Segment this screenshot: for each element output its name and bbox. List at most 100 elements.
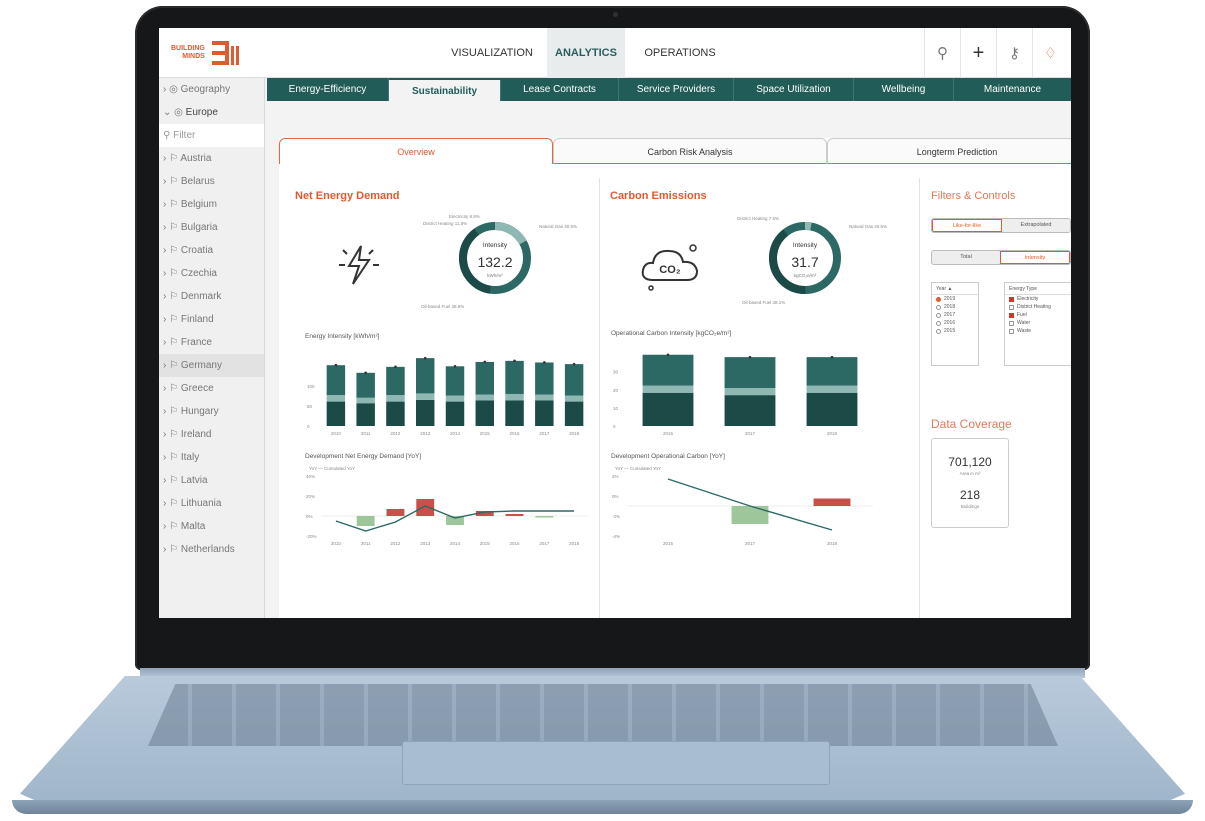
sidebar-item-malta[interactable]: › ⚐ Malta [159,515,264,538]
energy-type-option[interactable]: Water [1005,319,1071,327]
country-list: › ⚐ Austria › ⚐ Belarus › ⚐ Belgium › ⚐ Bul… [159,147,264,561]
logo-icon [211,41,239,65]
toggle-total[interactable]: Total [932,251,1000,264]
bar-segment [415,393,435,400]
sidebar-item-latvia[interactable]: › ⚐ Latvia [159,469,264,492]
year-option[interactable]: 2019 [932,295,978,303]
bar-segment [535,394,554,401]
bar-segment [475,394,495,401]
bar-segment [564,395,584,402]
year-option[interactable]: 2016 [932,319,978,327]
sidebar-item-hungary[interactable]: › ⚐ Hungary [159,400,264,423]
sidebar-item-ireland[interactable]: › ⚐ Ireland [159,423,264,446]
toggle-intensity[interactable]: Intensity [1000,251,1070,264]
carbon-legend-natural-gas: Natural Gas 40.5% [849,224,888,229]
year-option[interactable]: 2015 [932,327,978,335]
total-intensity-toggle[interactable]: Total Intensity [931,250,1071,265]
sidebar-item-france[interactable]: › ⚐ France [159,331,264,354]
tab-service-providers[interactable]: Service Providers [619,78,734,101]
coverage-buildings-label: Buildings [960,504,980,509]
subtab-longterm-prediction[interactable]: Longterm Prediction [827,138,1071,164]
logo[interactable]: BUILDING MINDS [171,38,241,68]
search-icon[interactable]: ⚲ [924,28,960,78]
x-tick-label: 2016 [663,541,674,546]
sidebar-item-austria[interactable]: › ⚐ Austria [159,147,264,170]
energy-legend-district-heating: District Heating 11.8% [423,221,468,226]
carbon-donut-label: Intensity [792,242,818,249]
bar-segment [806,392,858,426]
sidebar-item-netherlands[interactable]: › ⚐ Netherlands [159,538,264,561]
tab-energy-efficiency[interactable]: Energy-Efficiency [267,78,389,101]
energy-type-option[interactable]: Waste [1005,327,1071,335]
yoy-bar [535,516,554,518]
sidebar-item-italy[interactable]: › ⚐ Italy [159,446,264,469]
energy-type-option[interactable]: Fuel [1005,311,1071,319]
tab-lease-contracts[interactable]: Lease Contracts [501,78,619,101]
y-tick-label: 0% [306,514,313,519]
energy-dev-legend: YoY — Cumulated YoY [309,466,356,471]
keyboard [148,684,1058,746]
sidebar-item-denmark[interactable]: › ⚐ Denmark [159,285,264,308]
energy-legend-natural-gas: Natural Gas 40.5% [539,224,578,229]
energy-donut-value: 132.2 [477,254,513,270]
sidebar-item-finland[interactable]: › ⚐ Finland [159,308,264,331]
carbon-dev-title: Development Operational Carbon [YoY] [611,453,725,460]
y-tick-label: 10 [613,406,619,411]
like-for-like-toggle[interactable]: Like-for-like Extrapolated [931,218,1071,233]
y-tick-label: -20% [306,534,317,539]
sidebar-item-czechia[interactable]: › ⚐ Czechia [159,262,264,285]
sidebar-europe[interactable]: ⌄ ◎ Europe [159,101,264,124]
radio-icon [936,296,941,302]
subtab-overview[interactable]: Overview [279,138,553,164]
tab-wellbeing[interactable]: Wellbeing [854,78,954,101]
plus-icon[interactable]: + [960,28,996,78]
energy-legend-oil: Oil-based Fuel 38.6% [421,304,465,309]
x-tick-label: 2010 [331,431,342,436]
sidebar-item-belarus[interactable]: › ⚐ Belarus [159,170,264,193]
toggle-like-for-like[interactable]: Like-for-like [932,219,1002,232]
bar-segment [564,364,584,396]
sidebar-item-greece[interactable]: › ⚐ Greece [159,377,264,400]
sidebar-item-germany[interactable]: › ⚐ Germany [159,354,264,377]
sidebar-item-bulgaria[interactable]: › ⚐ Bulgaria [159,216,264,239]
x-tick-label: 2017 [745,541,756,546]
y-tick-label: 0 [613,424,616,429]
sidebar-item-lithuania[interactable]: › ⚐ Lithuania [159,492,264,515]
sidebar-item-croatia[interactable]: › ⚐ Croatia [159,239,264,262]
year-header[interactable]: Year ▲ [932,283,978,295]
bar-marker [572,362,576,366]
bar-segment [564,401,584,426]
tab-space-utilization[interactable]: Space Utilization [734,78,854,101]
bar-segment [642,392,694,426]
yoy-bar [386,509,405,516]
year-option[interactable]: 2018 [932,303,978,311]
bell-icon[interactable]: ♢ [1032,28,1068,78]
x-tick-label: 2018 [569,541,580,546]
energy-type-option[interactable]: District Heating [1005,303,1071,311]
toggle-extrapolated[interactable]: Extrapolated [1002,219,1070,232]
nav-analytics[interactable]: ANALYTICS [547,28,625,78]
sidebar-geography[interactable]: › ◎ Geography [159,78,264,101]
bar-segment [724,388,776,396]
yoy-bar [505,514,524,516]
energy-type-option[interactable]: Electricity [1005,295,1071,303]
tab-maintenance[interactable]: Maintenance [954,78,1071,101]
year-option[interactable]: 2017 [932,311,978,319]
nav-operations[interactable]: OPERATIONS [625,28,735,78]
energy-type-list[interactable]: Energy Type Electricity District Heating F… [1004,282,1071,366]
carbon-bar-title: Operational Carbon Intensity [kgCO₂e/m²] [611,330,732,337]
bar-segment [326,401,346,426]
year-list[interactable]: Year ▲ 2019 2018 2017 2016 2015 [931,282,979,366]
energy-dev-chart: -20% 0% 20% 40% 2010 2011 2012 2013 2014 2015 2016… [306,474,589,546]
key-icon[interactable]: ⚷ [996,28,1032,78]
tab-sustainability[interactable]: Sustainability [389,80,501,101]
bar-segment [386,366,405,396]
nav-visualization[interactable]: VISUALIZATION [437,28,547,78]
sidebar-filter-input[interactable]: ⚲ Filter [159,124,264,147]
subtab-carbon-risk[interactable]: Carbon Risk Analysis [553,138,827,164]
y-tick-label: 0% [612,494,619,499]
sidebar-item-belgium[interactable]: › ⚐ Belgium [159,193,264,216]
bar-segment [445,366,465,396]
energy-type-header[interactable]: Energy Type [1005,283,1071,295]
x-tick-label: 2012 [390,431,401,436]
